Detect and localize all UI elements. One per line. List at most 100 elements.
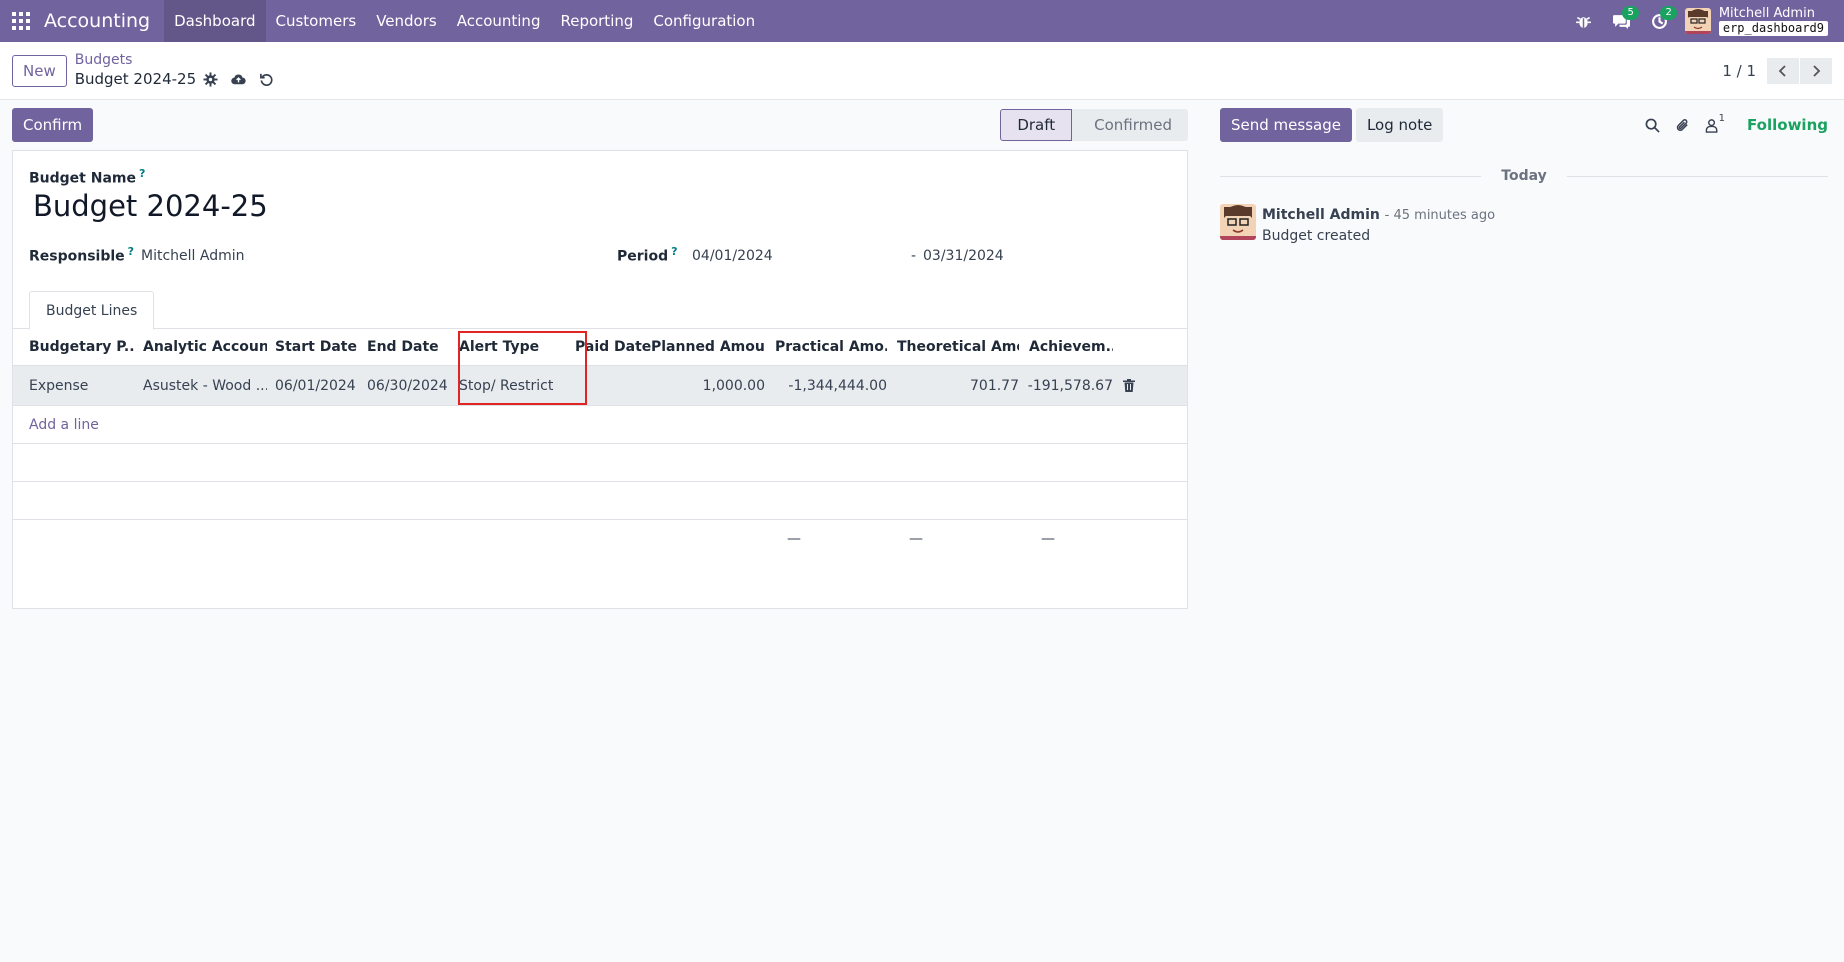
paperclip-icon[interactable] bbox=[1667, 110, 1697, 140]
form-statusbar: Confirm Draft Confirmed bbox=[12, 100, 1200, 150]
status-confirmed[interactable]: Confirmed bbox=[1072, 109, 1188, 141]
pager-previous-button[interactable] bbox=[1767, 57, 1799, 84]
main-content: Confirm Draft Confirmed Budget Name? Bud… bbox=[0, 100, 1844, 609]
messages-icon[interactable]: 5 bbox=[1603, 0, 1641, 42]
cell-planned-amount[interactable]: 1,000.00 bbox=[651, 378, 765, 394]
save-cloud-icon[interactable] bbox=[224, 69, 252, 89]
form-column: Confirm Draft Confirmed Budget Name? Bud… bbox=[0, 100, 1200, 609]
cell-achievement[interactable]: -191,578.67 bbox=[1019, 378, 1113, 394]
col-end-date[interactable]: End Date bbox=[359, 339, 451, 355]
message-author[interactable]: Mitchell Admin bbox=[1262, 207, 1380, 223]
period-separator: - bbox=[911, 248, 917, 264]
cell-budgetary-position[interactable]: Expense bbox=[13, 378, 135, 394]
help-icon[interactable]: ? bbox=[139, 167, 145, 180]
form-sheet: Budget Name? Budget 2024-25 Responsible?… bbox=[12, 150, 1188, 609]
user-menu[interactable]: Mitchell Admin erp_dashboard9 bbox=[1718, 6, 1828, 36]
table-row[interactable]: Expense Asustek - Wood ... 06/01/2024 06… bbox=[13, 366, 1187, 406]
responsible-label: Responsible? bbox=[29, 245, 135, 265]
cell-theoretical-amount[interactable]: 701.77 bbox=[887, 378, 1019, 394]
app-grid-icon[interactable] bbox=[0, 0, 42, 42]
empty-row bbox=[13, 482, 1187, 520]
status-draft[interactable]: Draft bbox=[1000, 109, 1073, 141]
breadcrumb: Budgets Budget 2024-25 bbox=[75, 52, 280, 89]
messages-badge: 5 bbox=[1622, 6, 1639, 20]
pager: 1 / 1 bbox=[1722, 57, 1832, 84]
message-body: Mitchell Admin - 45 minutes ago Budget c… bbox=[1262, 204, 1495, 247]
empty-row bbox=[13, 444, 1187, 482]
message-text: Budget created bbox=[1262, 228, 1371, 244]
followers-count: 1 bbox=[1718, 113, 1726, 124]
menu-accounting[interactable]: Accounting bbox=[447, 0, 551, 42]
cell-alert-type[interactable]: Stop/ Restrict bbox=[451, 378, 573, 394]
menu-vendors[interactable]: Vendors bbox=[366, 0, 447, 42]
total-practical-amount: — bbox=[909, 531, 923, 547]
delete-row-trash-icon[interactable] bbox=[1119, 379, 1139, 392]
menu-dashboard[interactable]: Dashboard bbox=[164, 0, 266, 42]
breadcrumb-current: Budget 2024-25 bbox=[74, 69, 197, 88]
help-icon[interactable]: ? bbox=[671, 245, 677, 258]
col-start-date[interactable]: Start Date bbox=[267, 339, 359, 355]
total-theoretical-amount: — bbox=[1041, 531, 1055, 547]
cell-practical-amount[interactable]: -1,344,444.00 bbox=[765, 378, 887, 394]
confirm-button[interactable]: Confirm bbox=[12, 108, 94, 142]
chevron-right-icon bbox=[1813, 64, 1821, 77]
database-name: erp_dashboard9 bbox=[1718, 21, 1828, 36]
search-icon[interactable] bbox=[1637, 110, 1667, 140]
notebook-tabs: Budget Lines bbox=[13, 291, 1187, 330]
chatter-message: Mitchell Admin - 45 minutes ago Budget c… bbox=[1220, 204, 1828, 247]
separator-line bbox=[1220, 175, 1482, 177]
pager-value[interactable]: 1 / 1 bbox=[1722, 62, 1756, 80]
help-icon[interactable]: ? bbox=[128, 245, 134, 258]
new-button[interactable]: New bbox=[12, 54, 67, 87]
app-name[interactable]: Accounting bbox=[42, 10, 164, 32]
menu-customers[interactable]: Customers bbox=[266, 0, 367, 42]
period-start-field[interactable]: 04/01/2024 bbox=[692, 248, 773, 264]
chevron-left-icon bbox=[1778, 64, 1786, 77]
send-message-button[interactable]: Send message bbox=[1220, 108, 1352, 142]
cell-end-date[interactable]: 06/30/2024 bbox=[359, 378, 451, 394]
cell-analytic-account[interactable]: Asustek - Wood ... bbox=[135, 378, 267, 394]
col-practical-amount[interactable]: Practical Amo... bbox=[765, 339, 887, 355]
date-separator: Today bbox=[1220, 164, 1829, 188]
user-name: Mitchell Admin bbox=[1718, 6, 1815, 21]
col-alert-type[interactable]: Alert Type bbox=[451, 339, 573, 355]
menu-configuration[interactable]: Configuration bbox=[643, 0, 765, 42]
menu-reporting[interactable]: Reporting bbox=[550, 0, 643, 42]
period-label: Period? bbox=[617, 245, 678, 265]
activities-badge: 2 bbox=[1660, 6, 1677, 20]
col-budgetary-position[interactable]: Budgetary P... bbox=[13, 339, 135, 355]
debug-bug-icon[interactable] bbox=[1565, 0, 1603, 42]
period-end-field[interactable]: 03/31/2024 bbox=[923, 248, 1004, 264]
col-achievement[interactable]: Achievem... bbox=[1019, 339, 1113, 355]
responsible-field[interactable]: Mitchell Admin bbox=[141, 248, 245, 264]
col-theoretical-amount[interactable]: Theoretical Amo... bbox=[887, 339, 1019, 355]
total-planned-amount: — bbox=[787, 531, 801, 547]
date-separator-label: Today bbox=[1501, 168, 1547, 184]
col-paid-date[interactable]: Paid Date bbox=[573, 339, 651, 355]
add-line-link[interactable]: Add a line bbox=[29, 417, 99, 433]
cell-start-date[interactable]: 06/01/2024 bbox=[267, 378, 359, 394]
chatter: Send message Log note 1 Following Today bbox=[1200, 100, 1844, 609]
breadcrumb-budgets[interactable]: Budgets bbox=[75, 52, 280, 69]
message-time: - 45 minutes ago bbox=[1384, 208, 1496, 223]
table-footer-totals: — — — bbox=[13, 520, 1187, 558]
user-avatar[interactable] bbox=[1684, 8, 1711, 34]
followers-user-icon[interactable]: 1 bbox=[1697, 110, 1727, 140]
gear-icon[interactable] bbox=[196, 69, 224, 89]
top-navbar: Accounting Dashboard Customers Vendors A… bbox=[0, 0, 1844, 42]
following-button[interactable]: Following bbox=[1747, 116, 1828, 134]
discard-undo-icon[interactable] bbox=[252, 69, 280, 89]
breadcrumb-current-row: Budget 2024-25 bbox=[75, 69, 280, 89]
table-header: Budgetary P... Analytic Account Start Da… bbox=[13, 329, 1187, 366]
chatter-actions: 1 Following bbox=[1637, 110, 1828, 140]
author-avatar[interactable] bbox=[1220, 204, 1256, 240]
activities-clock-icon[interactable]: 2 bbox=[1641, 0, 1679, 42]
log-note-button[interactable]: Log note bbox=[1355, 108, 1444, 142]
tab-budget-lines[interactable]: Budget Lines bbox=[29, 291, 155, 330]
col-analytic-account[interactable]: Analytic Account bbox=[135, 339, 267, 355]
col-planned-amount[interactable]: Planned Amount bbox=[651, 339, 765, 355]
budget-name-label: Budget Name? bbox=[29, 167, 146, 187]
separator-line bbox=[1566, 175, 1829, 177]
pager-next-button[interactable] bbox=[1800, 57, 1832, 84]
budget-name-input[interactable]: Budget 2024-25 bbox=[33, 189, 268, 223]
